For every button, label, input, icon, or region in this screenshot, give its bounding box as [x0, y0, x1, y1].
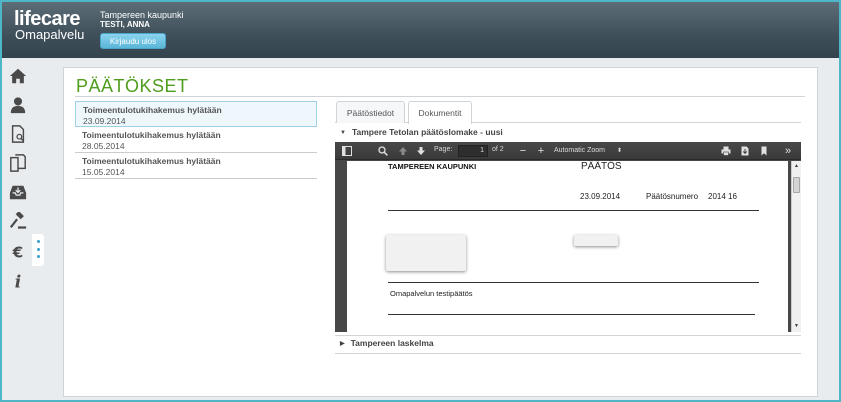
page-title: PÄÄTÖKSET [76, 76, 189, 96]
decision-date: 28.05.2014 [82, 141, 125, 151]
document-divider [388, 282, 759, 283]
user-name: TESTI, ANNA [100, 20, 150, 29]
logout-button[interactable]: Kirjaudu ulos [100, 33, 166, 49]
tab-bar: Päätöstiedot Dokumentit [335, 101, 801, 124]
document-date: 23.09.2014 [580, 192, 621, 201]
search-icon[interactable] [376, 144, 390, 158]
logo-sub: Omapalvelu [15, 27, 85, 42]
section-label: Tampereen laskelma [350, 338, 434, 348]
zoom-in-icon[interactable]: + [535, 144, 547, 158]
zoom-select[interactable]: Automatic Zoom ⬍ [551, 145, 625, 157]
select-caret-icon: ⬍ [616, 148, 622, 154]
list-item[interactable]: Toimeentulotukihakemus hylätään 15.05.20… [75, 153, 317, 179]
gavel-icon[interactable] [6, 209, 30, 233]
document-organization: TAMPEREEN KAUPUNKI [388, 162, 477, 171]
page-total: of 2 [492, 146, 504, 153]
sidebar-toggle-icon[interactable] [340, 144, 354, 158]
document-number-label: Päätösnumero [646, 192, 699, 201]
section-divider [335, 335, 801, 336]
decision-date: 15.05.2014 [82, 167, 125, 177]
document-body-text: Omapalvelun testipäätös [390, 289, 473, 298]
scroll-down-icon[interactable]: ▼ [792, 323, 801, 329]
euro-icon[interactable]: € [6, 240, 30, 264]
list-item[interactable]: Toimeentulotukihakemus hylätään 28.05.20… [75, 127, 317, 153]
info-icon[interactable]: i [6, 269, 30, 293]
page-number-input[interactable]: 1 [458, 145, 488, 157]
document-divider [388, 314, 755, 315]
scrollbar-thumb[interactable] [793, 177, 800, 193]
decision-title: Toimeentulotukihakemus hylätään [82, 130, 221, 140]
section-divider [335, 353, 801, 354]
document-number: 2014 16 [708, 192, 737, 201]
main-panel: PÄÄTÖKSET Toimeentulotukihakemus hylätää… [63, 67, 818, 397]
bookmark-icon[interactable] [757, 144, 771, 158]
decision-title: Toimeentulotukihakemus hylätään [82, 156, 221, 166]
pdf-viewer: Page: 1 of 2 − + Automatic Zoom ⬍ » TAMP… [335, 142, 801, 332]
home-icon[interactable] [6, 64, 30, 88]
section-header-collapsed[interactable]: ▶ Tampereen laskelma [340, 338, 434, 348]
pdf-scrollbar[interactable]: ▲ ▼ [791, 161, 801, 332]
svg-text:€: € [12, 243, 24, 261]
title-divider [75, 96, 805, 97]
sidebar: € i [2, 58, 35, 400]
list-item[interactable]: Toimeentulotukihakemus hylätään 23.09.20… [75, 101, 317, 127]
document-placeholder-box [386, 235, 466, 271]
caret-down-icon: ▼ [340, 129, 346, 136]
zoom-value: Automatic Zoom [554, 147, 605, 154]
decision-date: 23.09.2014 [83, 116, 126, 126]
document-search-icon[interactable] [6, 122, 30, 146]
document-divider [388, 210, 759, 211]
decision-list: Toimeentulotukihakemus hylätään 23.09.20… [75, 101, 317, 179]
tab-dokumentit[interactable]: Dokumentit [408, 101, 472, 124]
tools-menu-icon[interactable]: » [781, 144, 795, 158]
app-header: lifecare Omapalvelu Tampereen kaupunki T… [2, 2, 839, 58]
svg-text:i: i [15, 272, 22, 290]
document-type: PÄÄTÖS [581, 161, 622, 172]
documents-icon[interactable] [6, 151, 30, 175]
pdf-page: TAMPEREEN KAUPUNKI PÄÄTÖS 23.09.2014 Pää… [347, 161, 788, 332]
decision-title: Toimeentulotukihakemus hylätään [83, 105, 222, 115]
page-label: Page: [434, 146, 453, 153]
document-placeholder-box [574, 235, 618, 246]
zoom-out-icon[interactable]: − [517, 144, 529, 158]
person-icon[interactable] [6, 93, 30, 117]
tab-paatostiedot[interactable]: Päätöstiedot [336, 101, 405, 123]
caret-right-icon: ▶ [340, 341, 345, 348]
next-page-icon[interactable] [414, 144, 428, 158]
sidebar-expand-handle[interactable] [37, 240, 40, 258]
section-header-expanded[interactable]: ▼ Tampere Tetolan päätöslomake - uusi [340, 127, 503, 137]
print-icon[interactable] [719, 144, 733, 158]
organization-name: Tampereen kaupunki [100, 10, 184, 20]
previous-page-icon[interactable] [396, 144, 410, 158]
section-label: Tampere Tetolan päätöslomake - uusi [351, 127, 503, 137]
app-window: lifecare Omapalvelu Tampereen kaupunki T… [0, 0, 841, 402]
download-icon[interactable] [738, 144, 752, 158]
inbox-icon[interactable] [6, 180, 30, 204]
scroll-up-icon[interactable]: ▲ [792, 163, 801, 169]
pdf-toolbar: Page: 1 of 2 − + Automatic Zoom ⬍ » [335, 142, 801, 160]
